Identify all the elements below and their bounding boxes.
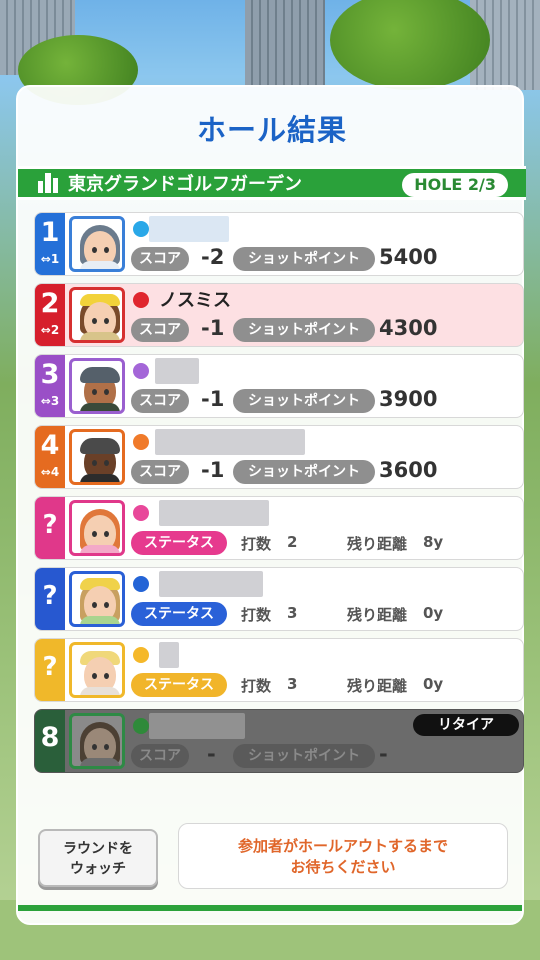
- redacted-name: [155, 358, 199, 384]
- rank-badge: 3 ⇔3: [35, 355, 65, 417]
- player-row-7[interactable]: ? ステータス 打数 3 残り距離 0y: [34, 638, 524, 702]
- page-title: ホール結果: [196, 113, 347, 147]
- rank-change-icon: ⇔4: [40, 465, 60, 479]
- strokes-value: 3: [287, 675, 298, 693]
- remaining-distance-label: 残り距離: [347, 535, 408, 553]
- player-color-dot: [133, 505, 149, 521]
- hole-badge: HOLE 2/3: [402, 173, 508, 197]
- shot-points-value: 4300: [379, 316, 438, 340]
- rank-badge: ?: [35, 568, 65, 630]
- redacted-name: [149, 713, 245, 739]
- waiting-message: 参加者がホールアウトするまで お待ちください: [178, 823, 508, 889]
- score-value: -1: [201, 458, 225, 482]
- score-value: -1: [201, 387, 225, 411]
- shot-points-label: ショットポイント: [233, 318, 375, 342]
- rank-badge: ?: [35, 639, 65, 701]
- strokes-label: 打数: [241, 535, 272, 553]
- score-label: スコア: [131, 389, 189, 413]
- avatar: [69, 713, 125, 769]
- redacted-name: [159, 571, 263, 597]
- avatar: [69, 216, 125, 272]
- player-row-5[interactable]: ? ステータス 打数 2 残り距離 8y: [34, 496, 524, 560]
- rank-badge: 2 ⇔2: [35, 284, 65, 346]
- strokes-value: 2: [287, 533, 298, 551]
- avatar: [69, 358, 125, 414]
- building-icon: [38, 173, 62, 193]
- redacted-name: [149, 216, 229, 242]
- status-label: ステータス: [131, 673, 227, 697]
- strokes-label: 打数: [241, 606, 272, 624]
- background-tree: [330, 0, 490, 90]
- avatar: [69, 429, 125, 485]
- player-row-6[interactable]: ? ステータス 打数 3 残り距離 0y: [34, 567, 524, 631]
- score-label: スコア: [131, 318, 189, 342]
- player-row-4[interactable]: 4 ⇔4 スコア -1 ショットポイント 3600: [34, 425, 524, 489]
- shot-points-label: ショットポイント: [233, 460, 375, 484]
- player-row-2[interactable]: 2 ⇔2 ノスミス スコア -1 ショットポイント 4300: [34, 283, 524, 347]
- player-row-1[interactable]: 1 ⇔1 スコア -2 ショットポイント 5400: [34, 212, 524, 276]
- status-label: ステータス: [131, 602, 227, 626]
- retired-badge: リタイア: [413, 714, 519, 736]
- redacted-name: [159, 642, 179, 668]
- score-value: -: [207, 742, 216, 766]
- player-color-dot: [133, 718, 149, 734]
- bottom-band: [18, 905, 522, 911]
- player-row-8[interactable]: 8 リタイア スコア - ショットポイント -: [34, 709, 524, 773]
- score-label: スコア: [131, 460, 189, 484]
- player-color-dot: [133, 221, 149, 237]
- avatar: [69, 500, 125, 556]
- score-label: スコア: [131, 744, 189, 768]
- remaining-distance-label: 残り距離: [347, 677, 408, 695]
- rank-change-icon: ⇔3: [40, 394, 60, 408]
- shot-points-label: ショットポイント: [233, 389, 375, 413]
- player-row-3[interactable]: 3 ⇔3 スコア -1 ショットポイント 3900: [34, 354, 524, 418]
- shot-points-value: -: [379, 742, 388, 766]
- strokes-label: 打数: [241, 677, 272, 695]
- rank-change-icon: ⇔1: [40, 252, 60, 266]
- score-label: スコア: [131, 247, 189, 271]
- player-color-dot: [133, 434, 149, 450]
- status-label: ステータス: [131, 531, 227, 555]
- course-bar: 東京グランドゴルフガーデン HOLE 2/3: [18, 166, 526, 200]
- remaining-distance-value: 8y: [423, 533, 444, 551]
- watch-round-button[interactable]: ラウンドを ウォッチ: [38, 829, 158, 887]
- score-value: -1: [201, 316, 225, 340]
- shot-points-value: 5400: [379, 245, 438, 269]
- rank-badge: ?: [35, 497, 65, 559]
- player-color-dot: [133, 576, 149, 592]
- rank-badge: 4 ⇔4: [35, 426, 65, 488]
- player-color-dot: [133, 292, 149, 308]
- avatar: [69, 642, 125, 698]
- redacted-name: [155, 429, 305, 455]
- rank-badge: 1 ⇔1: [35, 213, 65, 275]
- shot-points-label: ショットポイント: [233, 744, 375, 768]
- player-color-dot: [133, 647, 149, 663]
- rank-change-icon: ⇔2: [40, 323, 60, 337]
- rank-badge: 8: [35, 710, 65, 772]
- player-color-dot: [133, 363, 149, 379]
- redacted-name: [159, 500, 269, 526]
- shot-points-value: 3600: [379, 458, 438, 482]
- strokes-value: 3: [287, 604, 298, 622]
- player-name: ノスミス: [159, 290, 231, 311]
- score-value: -2: [201, 245, 225, 269]
- shot-points-value: 3900: [379, 387, 438, 411]
- course-name: 東京グランドゴルフガーデン: [68, 174, 302, 195]
- avatar: [69, 287, 125, 343]
- remaining-distance-value: 0y: [423, 604, 444, 622]
- avatar: [69, 571, 125, 627]
- shot-points-label: ショットポイント: [233, 247, 375, 271]
- background-building: [245, 0, 325, 85]
- hole-result-panel: ホール結果 東京グランドゴルフガーデン HOLE 2/3 1 ⇔1 スコア -2…: [16, 85, 526, 925]
- remaining-distance-label: 残り距離: [347, 606, 408, 624]
- remaining-distance-value: 0y: [423, 675, 444, 693]
